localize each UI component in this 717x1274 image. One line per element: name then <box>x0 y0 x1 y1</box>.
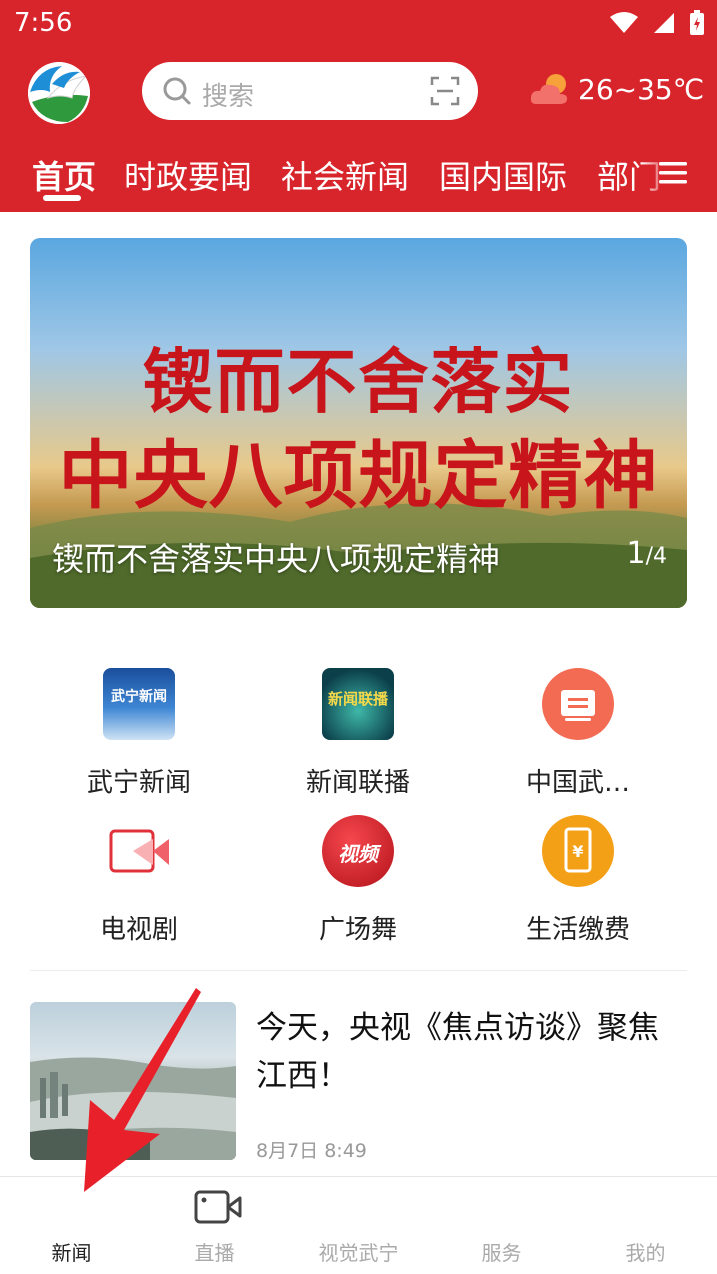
video-badge-icon: 视频 <box>322 815 394 887</box>
banner-carousel[interactable]: 锲而不舍落实 中央八项规定精神 锲而不舍落实中央八项规定精神 1/4 <box>30 238 687 608</box>
sun-cloud-icon <box>530 74 568 104</box>
search-icon <box>163 77 191 105</box>
nav-news[interactable]: 新闻 <box>0 1177 143 1274</box>
news-thumbnail[interactable] <box>30 1002 236 1160</box>
nav-profile[interactable]: 我的 <box>574 1177 717 1274</box>
nav-services-label: 服务 <box>481 1241 522 1265</box>
grid-item-tv-series[interactable]: 电视剧 <box>49 815 229 946</box>
banner-caption: 锲而不舍落实中央八项规定精神 <box>52 540 501 578</box>
banner-headline-line2: 中央八项规定精神 <box>58 433 659 519</box>
news-broadcast-icon-text: 新闻联播 <box>327 690 388 708</box>
grid-item-square-dance[interactable]: 视频 广场舞 <box>268 815 448 946</box>
status-bar: 7:56 <box>0 0 717 50</box>
signal-icon <box>654 13 674 33</box>
nav-live[interactable]: 直播 <box>143 1177 286 1274</box>
city-river-image <box>30 1057 236 1160</box>
bottom-navigation: 新闻 直播 视觉武宁 服务 我的 <box>0 1176 717 1274</box>
nav-live-label: 直播 <box>194 1241 235 1265</box>
grid-item-news-broadcast[interactable]: 新闻联播 新闻联播 <box>268 668 448 799</box>
search-input[interactable]: 搜索 <box>142 62 478 120</box>
grid-label-square-dance: 广场舞 <box>318 915 397 945</box>
banner-headline-line1: 锲而不舍落实 <box>142 340 575 423</box>
grid-item-bill-payment[interactable]: ¥ 生活缴费 <box>488 815 668 946</box>
grid-item-wuning-news[interactable]: 武宁新闻 武宁新闻 <box>49 668 229 799</box>
video-camera-icon <box>194 1190 242 1224</box>
svg-text:¥: ¥ <box>572 842 583 861</box>
nav-profile-label: 我的 <box>625 1241 666 1265</box>
banner-counter-total: /4 <box>645 544 667 569</box>
nav-news-label: 新闻 <box>51 1241 92 1265</box>
nav-visual-wuning-label: 视觉武宁 <box>318 1241 399 1265</box>
wuning-news-icon-text: 武宁新闻 <box>111 689 167 705</box>
wuning-news-icon: 武宁新闻 <box>103 668 175 740</box>
grid-label-wuning-news: 武宁新闻 <box>86 768 191 798</box>
news-timestamp: 8月7日 8:49 <box>256 1140 367 1162</box>
weather-widget[interactable]: 26~35℃ <box>530 72 704 106</box>
tab-home[interactable]: 首页 <box>32 152 96 198</box>
grid-label-bill-payment: 生活缴费 <box>525 915 630 945</box>
battery-icon <box>690 10 704 35</box>
nav-services[interactable]: 服务 <box>430 1177 573 1274</box>
banner-counter: 1/4 <box>626 536 667 571</box>
scan-icon[interactable] <box>430 76 460 106</box>
active-tab-indicator <box>43 195 81 201</box>
status-time: 7:56 <box>14 8 73 38</box>
category-tabs: 首页 时政要闻 社会新闻 国内国际 部门 <box>0 148 717 202</box>
tv-series-icon <box>103 815 175 887</box>
tab-domestic-international[interactable]: 国内国际 <box>439 152 567 198</box>
grid-label-china-wuning: 中国武… <box>525 768 630 798</box>
menu-icon[interactable] <box>658 158 688 188</box>
news-broadcast-icon: 新闻联播 <box>322 668 394 740</box>
nav-visual-wuning[interactable]: 视觉武宁 <box>287 1177 430 1274</box>
search-placeholder: 搜索 <box>202 82 255 112</box>
banner-counter-current: 1 <box>626 536 646 571</box>
phone-payment-icon: ¥ <box>542 815 614 887</box>
news-title[interactable]: 今天，央视《焦点访谈》聚焦江西！ <box>256 1004 686 1100</box>
app-logo[interactable] <box>28 62 90 124</box>
section-divider <box>30 970 687 971</box>
tab-society[interactable]: 社会新闻 <box>281 152 409 198</box>
grid-item-china-wuning[interactable]: 中国武… <box>488 668 668 799</box>
crane-logo-icon <box>28 62 90 124</box>
document-icon <box>542 668 614 740</box>
grid-label-tv-series: 电视剧 <box>99 915 178 945</box>
wifi-icon <box>610 12 638 33</box>
tab-politics[interactable]: 时政要闻 <box>124 152 252 198</box>
status-icons <box>609 10 705 36</box>
grid-label-news-broadcast: 新闻联播 <box>305 768 410 798</box>
weather-temperature: 26~35℃ <box>578 72 705 106</box>
video-badge-icon-text: 视频 <box>338 842 378 866</box>
